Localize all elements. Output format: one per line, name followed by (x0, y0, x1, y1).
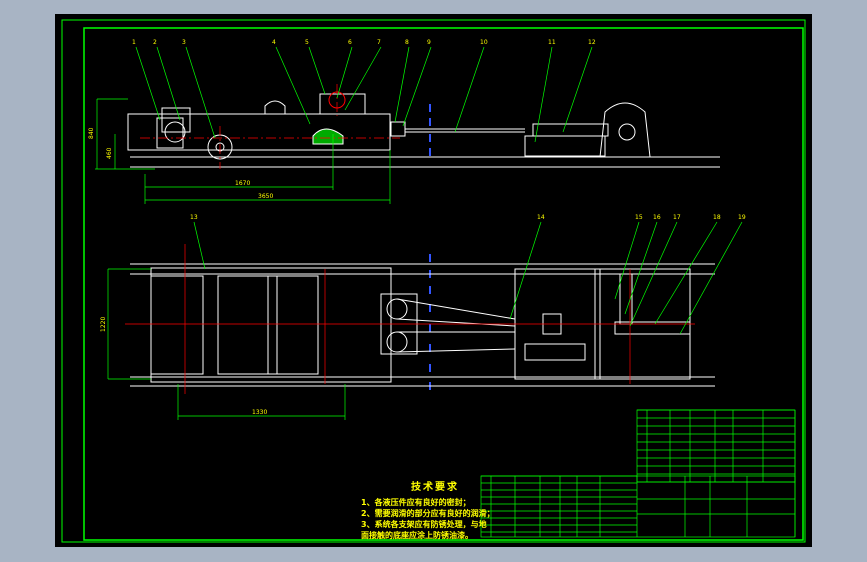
tech-line-4: 面接触的底座应涂上防锈油漆。 (361, 531, 473, 540)
leader-line (308, 46, 326, 95)
dim-460: 460 (106, 147, 113, 159)
part-balloon: 2 (153, 39, 157, 46)
part-balloon: 9 (427, 39, 431, 46)
leader-line (394, 46, 410, 123)
part-balloon: 18 (713, 214, 721, 221)
leader-line (344, 46, 382, 111)
leader-line (624, 221, 658, 315)
technical-requirements: 技术要求 1、各液压件应有良好的密封； 2、需要润滑的部分应有良好的润滑； 3、… (361, 478, 495, 541)
part-balloon: 10 (480, 39, 488, 46)
dim-1220: 1220 (100, 317, 107, 332)
dim-1670: 1670 (235, 180, 250, 187)
part-balloon: 7 (377, 39, 381, 46)
part-balloon: 3 (182, 39, 186, 46)
part-balloon: 5 (305, 39, 309, 46)
part-balloon: 8 (405, 39, 409, 46)
title-block (480, 409, 796, 538)
tech-title: 技术要求 (411, 482, 459, 493)
leader-line (654, 221, 718, 325)
elevation-view (127, 91, 720, 168)
part-balloon: 16 (653, 214, 661, 221)
leader-line (614, 221, 640, 300)
part-balloon: 4 (272, 39, 276, 46)
leader-line (562, 46, 593, 133)
leader-line (402, 46, 432, 127)
part-balloon: 15 (635, 214, 643, 221)
leader-line (534, 46, 553, 143)
part-balloon: 6 (348, 39, 352, 46)
leader-line (156, 46, 181, 121)
leader-line (454, 46, 485, 133)
tech-line-3: 3、系统各支架应有防锈处理，与地 (361, 520, 487, 529)
plan-view (130, 263, 715, 387)
part-balloon: 17 (673, 214, 681, 221)
part-balloon: 14 (537, 214, 545, 221)
leader-line (336, 46, 353, 99)
drawing-sheet: 1 2 3 4 5 6 7 8 9 10 11 12 840 460 1670 3650 (55, 14, 812, 547)
leader-line (275, 46, 311, 125)
part-balloon: 11 (548, 39, 556, 46)
leader-line (135, 46, 161, 121)
leader-line (193, 221, 206, 270)
part-balloon: 12 (588, 39, 596, 46)
tech-line-1: 1、各液压件应有良好的密封； (361, 498, 471, 507)
part-balloon: 13 (190, 214, 198, 221)
part-balloon: 19 (738, 214, 746, 221)
leader-line (679, 221, 743, 335)
part-balloon: 1 (132, 39, 136, 46)
dim-1330: 1330 (252, 409, 267, 416)
dim-3650: 3650 (258, 193, 273, 200)
tech-line-2: 2、需要润滑的部分应有良好的润滑； (361, 509, 495, 518)
dim-840: 840 (88, 127, 95, 139)
cad-drawing: 1 2 3 4 5 6 7 8 9 10 11 12 840 460 1670 3650 (61, 19, 806, 543)
inner-border (83, 27, 804, 541)
